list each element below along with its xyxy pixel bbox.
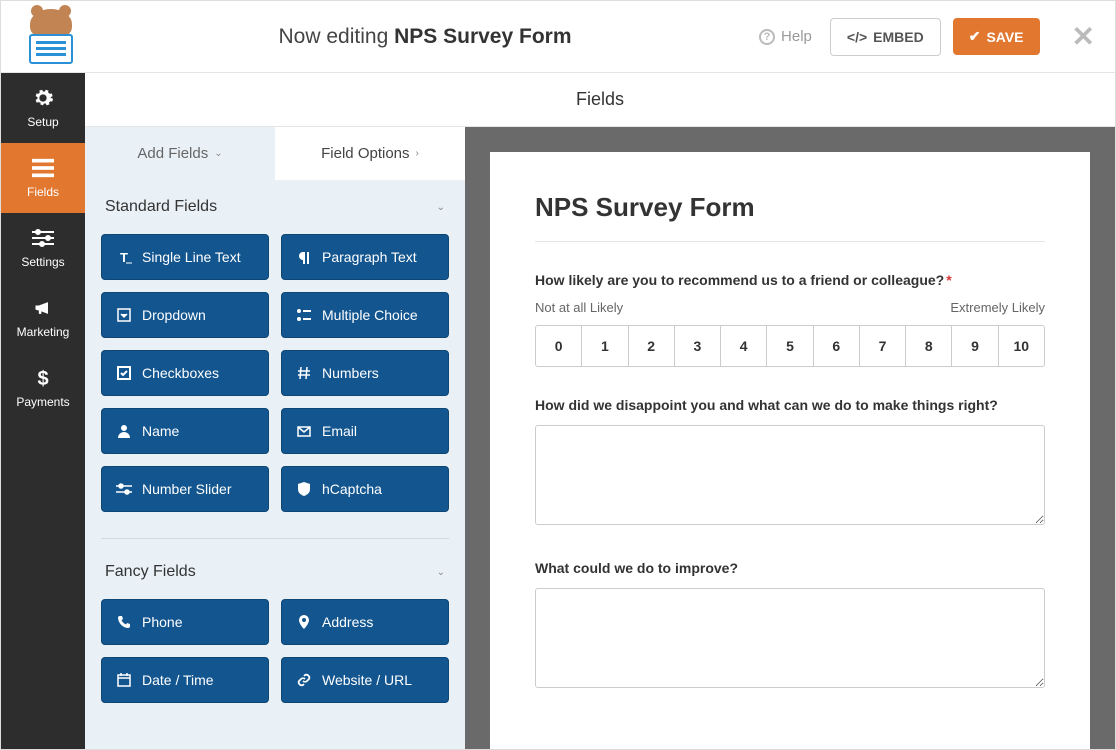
field-type-button[interactable]: Dropdown [101,292,269,338]
scale-option[interactable]: 6 [814,326,860,366]
field-type-button[interactable]: Date / Time [101,657,269,703]
q2-textarea[interactable] [535,425,1045,525]
gear-icon [32,87,54,109]
field-type-label: Checkboxes [142,365,219,381]
field-type-label: hCaptcha [322,481,382,497]
field-type-label: Multiple Choice [322,307,418,323]
editing-title: Now editing NPS Survey Form [91,25,759,49]
tab-field-options[interactable]: Field Options› [275,127,465,180]
scale-option[interactable]: 2 [629,326,675,366]
checkbox-icon [116,365,132,381]
field-type-button[interactable]: Website / URL [281,657,449,703]
scale-option[interactable]: 8 [906,326,952,366]
scale-option[interactable]: 5 [767,326,813,366]
embed-button[interactable]: </> EMBED [830,18,941,56]
pin-icon [296,614,312,630]
field-type-label: Numbers [322,365,379,381]
scale-option[interactable]: 10 [999,326,1044,366]
form-icon [32,157,54,179]
scale-option[interactable]: 0 [536,326,582,366]
text-icon: T [116,249,132,265]
sliders-icon [32,227,54,249]
form-preview[interactable]: NPS Survey Form How likely are you to re… [490,152,1090,749]
panel-title: Fields [85,73,1115,127]
field-type-label: Number Slider [142,481,231,497]
field-type-button[interactable]: Checkboxes [101,350,269,396]
nav-payments[interactable]: $ Payments [1,353,85,423]
help-link[interactable]: ? Help [759,28,812,45]
field-type-label: Address [322,614,373,630]
nav-setup[interactable]: Setup [1,73,85,143]
code-icon: </> [847,29,867,45]
scale-option[interactable]: 3 [675,326,721,366]
section-standard-fields[interactable]: Standard Fields ⌄ [85,180,465,228]
chevron-down-icon: ⌄ [437,567,445,578]
field-type-button[interactable]: Multiple Choice [281,292,449,338]
calendar-icon [116,672,132,688]
scale-option[interactable]: 1 [582,326,628,366]
tab-add-fields[interactable]: Add Fields⌄ [85,127,275,180]
question-label: What could we do to improve? [535,560,1045,576]
paragraph-icon [296,249,312,265]
question-label: How likely are you to recommend us to a … [535,272,1045,288]
slider-icon [116,481,132,497]
dollar-icon: $ [32,367,54,389]
field-type-label: Single Line Text [142,249,241,265]
bullhorn-icon [32,297,54,319]
field-type-label: Date / Time [142,672,214,688]
chevron-down-icon: ⌄ [437,202,445,213]
field-type-button[interactable]: Email [281,408,449,454]
nav-settings[interactable]: Settings [1,213,85,283]
field-type-button[interactable]: T Single Line Text [101,234,269,280]
field-type-label: Website / URL [322,672,412,688]
field-type-button[interactable]: Address [281,599,449,645]
scale-option[interactable]: 4 [721,326,767,366]
side-nav: Setup Fields Settings Marketing $ Paymen… [1,73,85,749]
chevron-down-icon: ⌄ [214,148,222,159]
close-icon[interactable]: ✕ [1072,20,1095,53]
scale-labels: Not at all LikelyExtremely Likely [535,300,1045,315]
scale-option[interactable]: 7 [860,326,906,366]
scale-option[interactable]: 9 [952,326,998,366]
link-icon [296,672,312,688]
field-type-button[interactable]: Paragraph Text [281,234,449,280]
question-label: How did we disappoint you and what can w… [535,397,1045,413]
check-icon: ✔ [969,28,981,45]
field-type-label: Name [142,423,179,439]
help-icon: ? [759,29,775,45]
field-type-label: Phone [142,614,182,630]
divider [535,241,1045,242]
section-fancy-fields[interactable]: Fancy Fields ⌄ [85,545,465,593]
user-icon [116,423,132,439]
q3-textarea[interactable] [535,588,1045,688]
svg-text:T: T [120,250,128,264]
nav-marketing[interactable]: Marketing [1,283,85,353]
list-icon [296,307,312,323]
field-type-button[interactable]: Name [101,408,269,454]
hash-icon [296,365,312,381]
chevron-right-icon: › [416,148,419,159]
svg-text:$: $ [37,368,48,389]
field-type-button[interactable]: hCaptcha [281,466,449,512]
field-type-button[interactable]: Numbers [281,350,449,396]
field-type-button[interactable]: Phone [101,599,269,645]
save-button[interactable]: ✔ SAVE [953,18,1040,55]
shield-icon [296,481,312,497]
form-title: NPS Survey Form [535,192,1045,223]
field-type-label: Email [322,423,357,439]
nps-scale: 012345678910 [535,325,1045,367]
field-type-button[interactable]: Number Slider [101,466,269,512]
envelope-icon [296,423,312,439]
nav-fields[interactable]: Fields [1,143,85,213]
dropdown-icon [116,307,132,323]
field-type-label: Dropdown [142,307,206,323]
field-type-label: Paragraph Text [322,249,417,265]
phone-icon [116,614,132,630]
app-logo [21,9,81,64]
divider [101,538,449,539]
